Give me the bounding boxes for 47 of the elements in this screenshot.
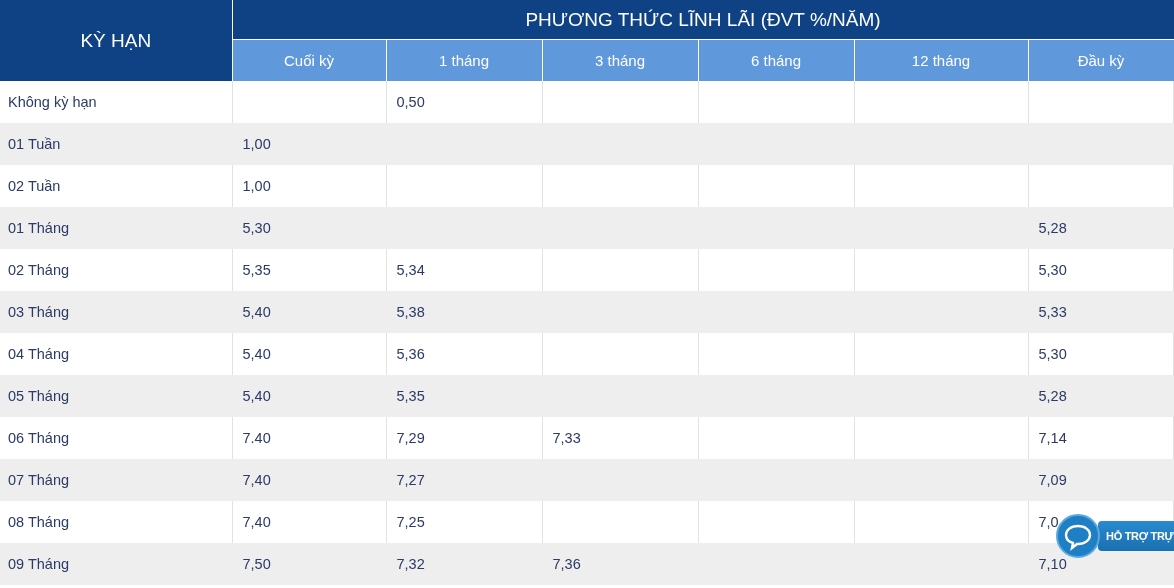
table-cell: 5,33	[1038, 304, 1067, 320]
column-group-header: PHƯƠNG THỨC LĨNH LÃI (ĐVT %/NĂM)	[232, 0, 1174, 40]
table-cell: 01 Tháng	[0, 207, 232, 249]
table-cell: 7,09	[1038, 472, 1067, 488]
column-header: KỲ HẠN	[0, 0, 232, 81]
table-cell: 5,35	[242, 262, 271, 278]
table-cell: 5,40	[242, 304, 271, 320]
table-cell: 7,14	[1038, 430, 1067, 446]
table-cell: 5,30	[1038, 346, 1067, 362]
support-button[interactable]: HỖ TRỢ TRỰ	[1098, 521, 1174, 551]
table-cell: 7,25	[396, 514, 425, 530]
table-cell: 5,38	[396, 304, 425, 320]
table-cell: 5,40	[242, 388, 271, 404]
column-header: Cuối kỳ	[232, 39, 386, 81]
table-cell: 1,00	[242, 178, 271, 194]
table-cell: 7,27	[396, 472, 425, 488]
table-cell: 07 Tháng	[0, 459, 232, 501]
table-cell: 7,50	[242, 556, 271, 572]
table-cell: 7,32	[396, 556, 425, 572]
table-cell: 7,0	[1038, 514, 1059, 530]
column-header: 6 tháng	[698, 39, 854, 81]
table-cell: 7,40	[242, 472, 271, 488]
table-cell: 7,36	[552, 556, 581, 572]
table-cell: 7,29	[396, 430, 425, 446]
table-cell: 5,34	[396, 262, 425, 278]
table-cell: 7.40	[242, 430, 271, 446]
table-cell: 05 Tháng	[0, 375, 232, 417]
column-header: 1 tháng	[386, 39, 542, 81]
chat-bubble-icon[interactable]	[1056, 514, 1100, 558]
table-cell: 5,30	[1038, 262, 1067, 278]
table-cell: 1,00	[242, 136, 271, 152]
table-cell: 03 Tháng	[0, 291, 232, 333]
table-cell: 5,35	[396, 388, 425, 404]
table-cell: 5,28	[1038, 388, 1067, 404]
column-header: 3 tháng	[542, 39, 698, 81]
table-cell: 09 Tháng	[0, 543, 232, 585]
table-cell: 01 Tuần	[0, 123, 232, 165]
column-header: Đầu kỳ	[1028, 39, 1174, 81]
table-cell: 7,40	[242, 514, 271, 530]
column-header: 12 tháng	[854, 39, 1028, 81]
table-cell: 5,30	[242, 220, 271, 236]
table-cell: 5,40	[242, 346, 271, 362]
table-cell: 0,50	[396, 94, 425, 110]
table-cell: 5,36	[396, 346, 425, 362]
table-cell: 7,33	[552, 430, 581, 446]
table-cell: 5,28	[1038, 220, 1067, 236]
table-cell: 7,10	[1038, 556, 1067, 572]
